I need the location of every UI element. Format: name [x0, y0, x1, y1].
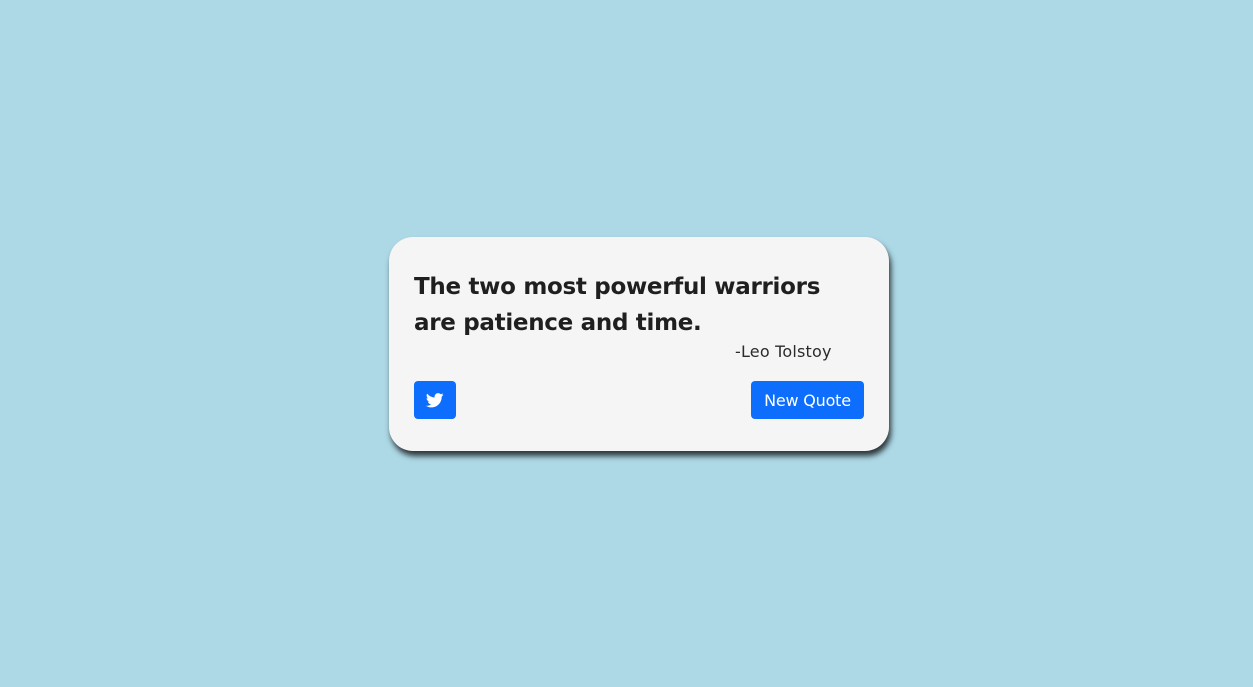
tweet-button[interactable]: [414, 381, 456, 419]
quote-text: The two most powerful warriors are patie…: [414, 274, 821, 336]
twitter-icon: [426, 392, 444, 407]
new-quote-button[interactable]: New Quote: [751, 381, 864, 419]
quote-card: The two most powerful warriors are patie…: [389, 237, 889, 451]
quote-author: -Leo Tolstoy: [735, 342, 832, 361]
